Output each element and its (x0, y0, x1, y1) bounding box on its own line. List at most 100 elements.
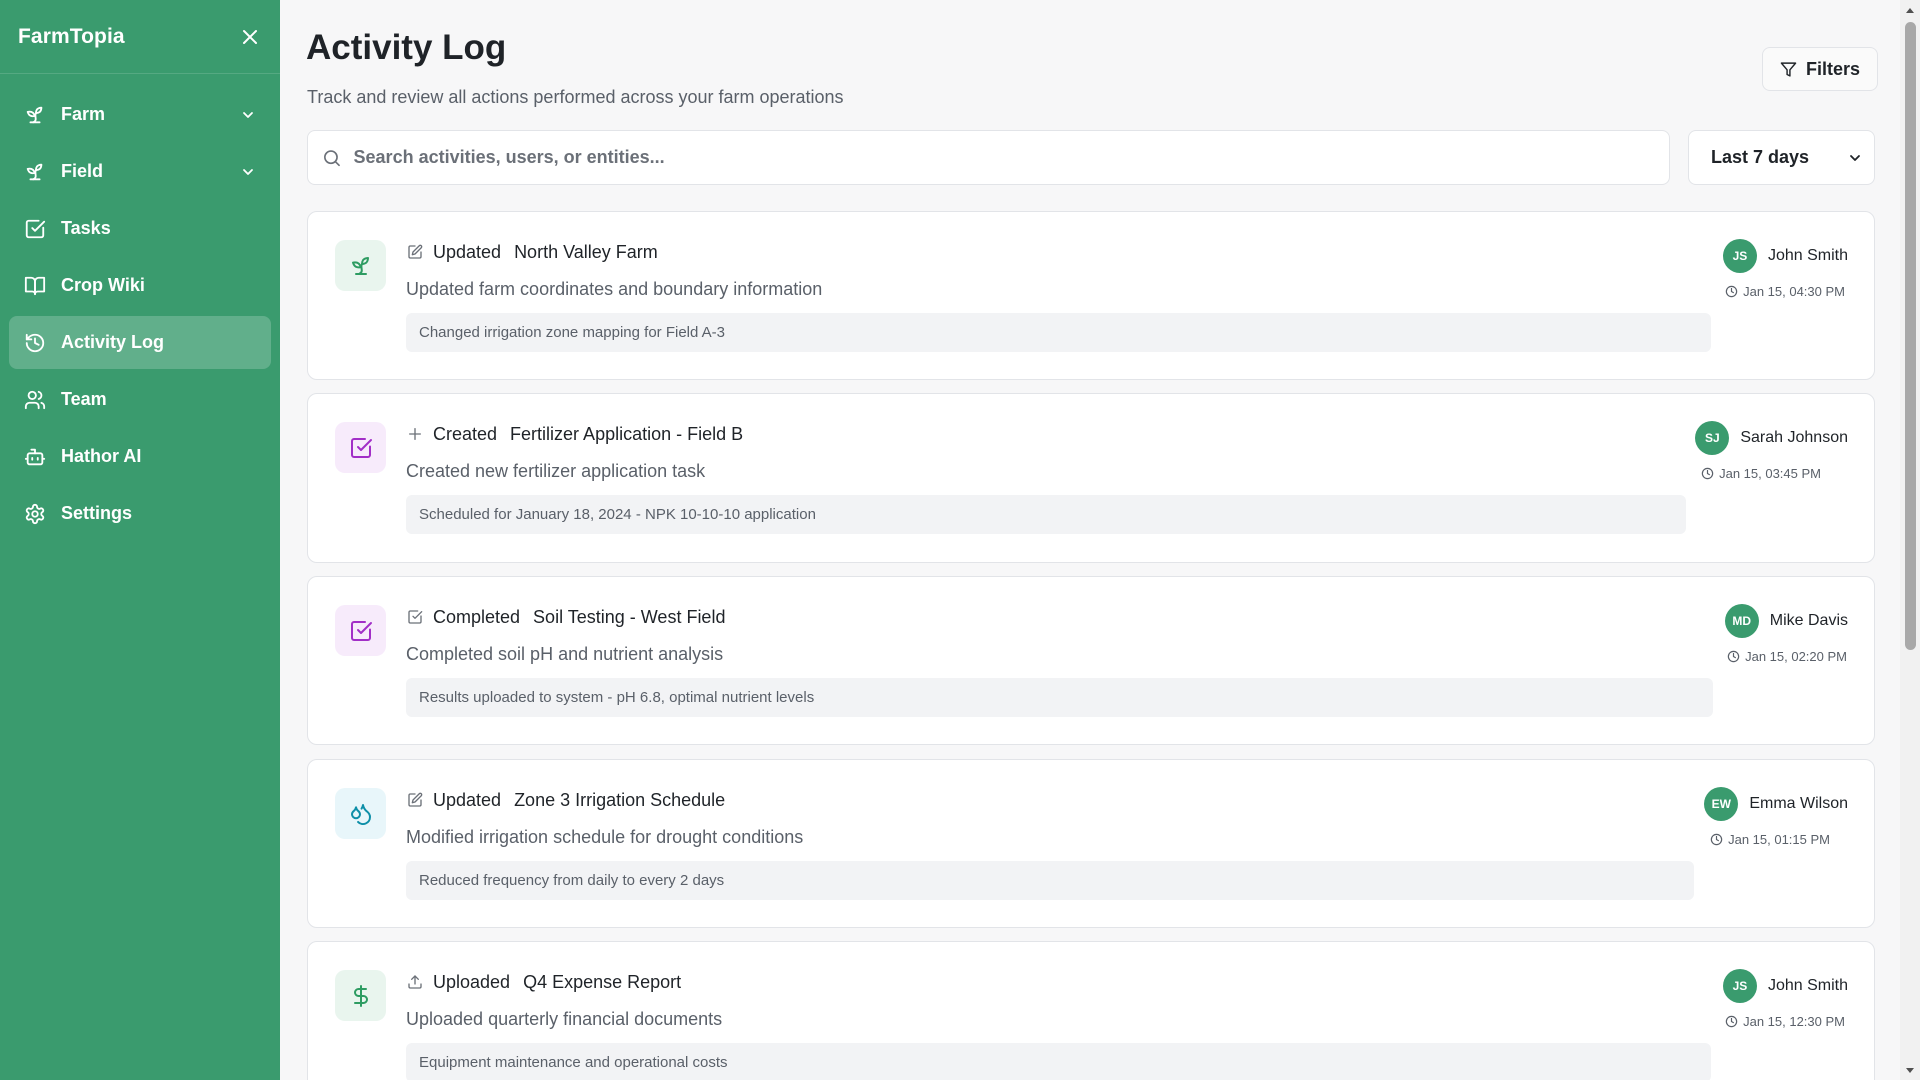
close-sidebar-button[interactable] (238, 25, 262, 49)
activity-action: Updated (433, 241, 502, 262)
activity-entity[interactable]: Q4 Expense Report (523, 972, 681, 993)
sidebar-item-label: Farm (61, 104, 106, 124)
activity-user[interactable]: EW Emma Wilson (1704, 787, 1848, 821)
activity-detail: Scheduled for January 18, 2024 - NPK 10-… (406, 495, 1686, 534)
activity-user[interactable]: JS John Smith (1722, 239, 1848, 273)
activity-header: Created Fertilizer Application - Field B (406, 422, 743, 446)
activity-card[interactable]: Uploaded Q4 Expense Report Uploaded quar… (307, 941, 1875, 1080)
timestamp-text: Jan 15, 12:30 PM (1743, 1014, 1845, 1029)
sidebar-item-label: Settings (61, 503, 133, 523)
activity-action: Created (433, 423, 498, 444)
sidebar: FarmTopia Farm Field Tasks Crop Wiki Act… (0, 0, 280, 1080)
activity-user[interactable]: SJ Sarah Johnson (1695, 421, 1848, 455)
sidebar-item-crop-wiki[interactable]: Crop Wiki (9, 259, 271, 312)
activity-user[interactable]: MD Mike Davis (1724, 604, 1848, 638)
sidebar-item-field[interactable]: Field (9, 145, 271, 198)
activity-timestamp: Jan 15, 03:45 PM (1701, 466, 1821, 481)
history-icon (23, 331, 47, 355)
filters-button[interactable]: Filters (1761, 47, 1878, 91)
activity-description: Completed soil pH and nutrient analysis (406, 644, 724, 664)
activity-detail: Results uploaded to system - pH 6.8, opt… (406, 678, 1713, 717)
sidebar-item-tasks[interactable]: Tasks (9, 202, 271, 255)
clock-icon (1725, 1015, 1738, 1028)
check-square-icon (335, 605, 386, 656)
timestamp-text: Jan 15, 02:20 PM (1745, 649, 1847, 664)
activity-entity[interactable]: Zone 3 Irrigation Schedule (514, 790, 725, 811)
timestamp-text: Jan 15, 01:15 PM (1728, 832, 1830, 847)
filter-icon (1780, 61, 1797, 77)
scroll-up-icon[interactable] (1905, 5, 1915, 15)
timestamp-text: Jan 15, 03:45 PM (1719, 466, 1821, 481)
activity-card[interactable]: Updated North Valley Farm Updated farm c… (307, 211, 1875, 380)
gear-icon (23, 502, 47, 526)
activity-timestamp: Jan 15, 04:30 PM (1725, 284, 1845, 299)
clock-icon (1710, 833, 1723, 846)
sidebar-nav: Farm Field Tasks Crop Wiki Activity Log … (0, 74, 280, 540)
page-title: Activity Log (306, 28, 507, 67)
activity-header: Updated Zone 3 Irrigation Schedule (406, 788, 725, 812)
activity-entity[interactable]: North Valley Farm (514, 242, 658, 263)
activity-detail: Changed irrigation zone mapping for Fiel… (406, 313, 1711, 352)
activity-action: Completed (433, 606, 521, 627)
avatar: EW (1704, 787, 1739, 821)
scrollbar-thumb[interactable] (1905, 22, 1916, 650)
user-name: Emma Wilson (1749, 795, 1848, 812)
sidebar-item-label: Hathor AI (61, 446, 142, 466)
activity-card[interactable]: Updated Zone 3 Irrigation Schedule Modif… (307, 759, 1875, 928)
sidebar-header: FarmTopia (0, 0, 280, 74)
sprout-icon (23, 160, 47, 184)
page-subtitle: Track and review all actions performed a… (307, 87, 844, 107)
search-box[interactable] (307, 130, 1670, 185)
users-icon (23, 388, 47, 412)
activity-timestamp: Jan 15, 12:30 PM (1725, 1014, 1845, 1029)
chevron-down-icon (1850, 154, 1860, 161)
sidebar-item-hathor-ai[interactable]: Hathor AI (9, 430, 271, 483)
activity-card[interactable]: Created Fertilizer Application - Field B… (307, 393, 1875, 563)
user-name: Mike Davis (1769, 612, 1848, 629)
activity-description: Created new fertilizer application task (406, 461, 706, 481)
date-range-value: Last 7 days (1711, 147, 1810, 167)
activity-description: Uploaded quarterly financial documents (406, 1009, 723, 1029)
droplets-icon (335, 788, 386, 839)
activity-entity[interactable]: Fertilizer Application - Field B (510, 424, 743, 445)
edit-icon (406, 791, 424, 809)
check-square-icon (406, 608, 424, 626)
search-icon (324, 149, 340, 166)
check-square-icon (335, 422, 386, 473)
sidebar-item-label: Field (61, 161, 104, 181)
avatar: MD (1724, 604, 1759, 638)
scroll-down-icon[interactable] (1905, 1066, 1915, 1076)
sidebar-item-label: Crop Wiki (61, 275, 145, 295)
activity-description: Modified irrigation schedule for drought… (406, 827, 804, 847)
filters-label: Filters (1805, 58, 1860, 79)
app-logo-text: FarmTopia (18, 24, 125, 48)
clock-icon (1725, 285, 1738, 298)
sidebar-item-farm[interactable]: Farm (9, 88, 271, 141)
sidebar-item-team[interactable]: Team (9, 373, 271, 426)
page-scrollbar[interactable] (1900, 0, 1920, 1080)
sprout-icon (23, 103, 47, 127)
date-range-select[interactable]: Last 7 days (1688, 130, 1875, 185)
chevron-down-icon (239, 163, 257, 181)
activity-detail: Equipment maintenance and operational co… (406, 1043, 1711, 1080)
bot-icon (23, 445, 47, 469)
user-name: John Smith (1767, 247, 1848, 264)
activity-header: Completed Soil Testing - West Field (406, 605, 725, 629)
activity-action: Uploaded (433, 971, 511, 992)
avatar: SJ (1695, 421, 1730, 455)
activity-entity[interactable]: Soil Testing - West Field (533, 607, 725, 628)
activity-description: Updated farm coordinates and boundary in… (406, 279, 823, 299)
avatar: JS (1722, 239, 1757, 273)
sidebar-item-label: Team (61, 389, 107, 409)
activity-card[interactable]: Completed Soil Testing - West Field Comp… (307, 576, 1875, 745)
search-input[interactable] (353, 147, 1655, 168)
upload-icon (406, 973, 424, 991)
user-name: Sarah Johnson (1740, 429, 1848, 446)
activity-timestamp: Jan 15, 01:15 PM (1710, 832, 1830, 847)
activity-user[interactable]: JS John Smith (1722, 969, 1848, 1003)
sidebar-item-settings[interactable]: Settings (9, 487, 271, 540)
book-open-icon (23, 274, 47, 298)
sidebar-item-activity-log[interactable]: Activity Log (9, 316, 271, 369)
user-name: John Smith (1767, 977, 1848, 994)
clock-icon (1727, 650, 1740, 663)
